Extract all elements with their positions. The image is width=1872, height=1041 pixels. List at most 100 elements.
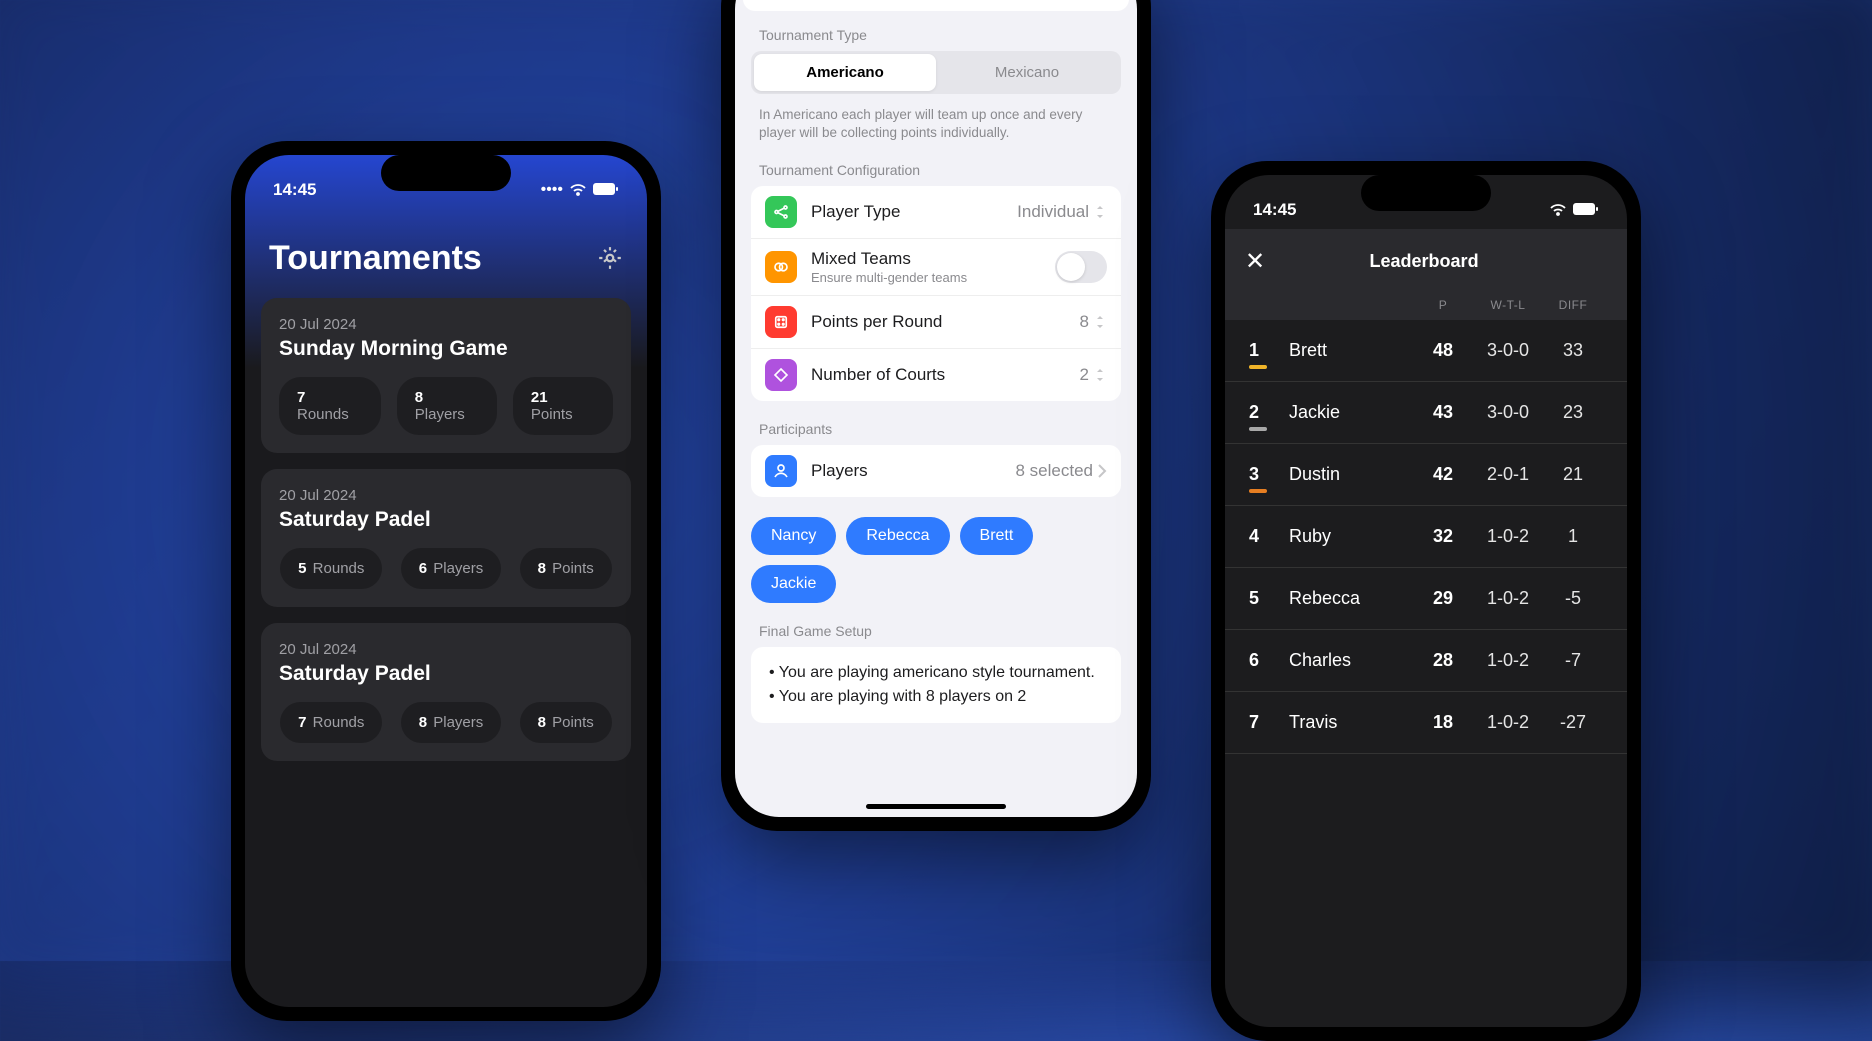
points: 18 bbox=[1413, 712, 1473, 733]
player-name: Charles bbox=[1281, 650, 1413, 671]
person-icon bbox=[765, 455, 797, 487]
tournament-stats: 7 Rounds 8 Players 21 Points bbox=[279, 377, 613, 435]
home-indicator[interactable] bbox=[866, 804, 1006, 809]
wtl: 1-0-2 bbox=[1473, 650, 1543, 671]
rank: 1 bbox=[1249, 340, 1281, 361]
player-chip[interactable]: Nancy bbox=[751, 517, 836, 555]
rank: 2 bbox=[1249, 402, 1281, 423]
row-title: Mixed Teams bbox=[811, 249, 1041, 269]
rank: 4 bbox=[1249, 526, 1281, 547]
row-title: Number of Courts bbox=[811, 365, 1066, 385]
gear-icon[interactable] bbox=[597, 245, 623, 271]
wtl: 1-0-2 bbox=[1473, 588, 1543, 609]
player-chip[interactable]: Jackie bbox=[751, 565, 836, 603]
player-chip[interactable]: Brett bbox=[960, 517, 1034, 555]
diff: -27 bbox=[1543, 712, 1603, 733]
diff: 1 bbox=[1543, 526, 1603, 547]
row-title: Points per Round bbox=[811, 312, 1066, 332]
seg-mexicano[interactable]: Mexicano bbox=[936, 54, 1118, 91]
leaderboard-row[interactable]: 5 Rebecca 29 1-0-2 -5 bbox=[1225, 568, 1627, 630]
rank: 3 bbox=[1249, 464, 1281, 485]
points: 43 bbox=[1413, 402, 1473, 423]
battery-icon bbox=[593, 183, 619, 196]
tournament-card[interactable]: 20 Jul 2024 Sunday Morning Game 7 Rounds… bbox=[261, 298, 631, 453]
share-icon bbox=[765, 196, 797, 228]
chevron-updown-icon bbox=[1093, 313, 1107, 331]
final-setup-card: • You are playing americano style tourna… bbox=[751, 647, 1121, 723]
rank: 5 bbox=[1249, 588, 1281, 609]
wtl: 2-0-1 bbox=[1473, 464, 1543, 485]
tournament-name: Sunday Morning Game bbox=[279, 337, 613, 361]
diamond-icon bbox=[765, 359, 797, 391]
link-icon bbox=[765, 251, 797, 283]
row-player-type[interactable]: Player Type Individual bbox=[751, 186, 1121, 239]
diff: -7 bbox=[1543, 650, 1603, 671]
row-value: 8 bbox=[1080, 312, 1089, 332]
toggle-mixed-teams[interactable] bbox=[1055, 251, 1107, 283]
battery-icon bbox=[1573, 203, 1599, 216]
col-diff: DIFF bbox=[1543, 298, 1603, 312]
player-chip[interactable]: Rebecca bbox=[846, 517, 949, 555]
help-text: In Americano each player will team up on… bbox=[735, 106, 1137, 162]
tournament-card[interactable]: 20 Jul 2024 Saturday Padel 7 Rounds 8 Pl… bbox=[261, 623, 631, 761]
wtl: 3-0-0 bbox=[1473, 402, 1543, 423]
leaderboard-row[interactable]: 2 Jackie 43 3-0-0 23 bbox=[1225, 382, 1627, 444]
seg-americano[interactable]: Americano bbox=[754, 54, 936, 91]
tournament-name: Saturday Padel bbox=[279, 662, 613, 686]
player-name: Ruby bbox=[1281, 526, 1413, 547]
tournament-card[interactable]: 20 Jul 2024 Saturday Padel 5 Rounds 6 Pl… bbox=[261, 469, 631, 607]
chevron-right-icon bbox=[1097, 463, 1107, 479]
tournament-date: 20 Jul 2024 bbox=[279, 316, 613, 333]
diff: 33 bbox=[1543, 340, 1603, 361]
row-value: Individual bbox=[1017, 202, 1089, 222]
chevron-updown-icon bbox=[1093, 203, 1107, 221]
row-value: 2 bbox=[1080, 365, 1089, 385]
status-icons bbox=[1549, 203, 1599, 217]
section-label-participants: Participants bbox=[735, 421, 1137, 445]
player-chips: Nancy Rebecca Brett Jackie bbox=[735, 517, 1137, 623]
wtl: 1-0-2 bbox=[1473, 526, 1543, 547]
final-setup-line: • You are playing americano style tourna… bbox=[769, 661, 1103, 685]
row-title: Players bbox=[811, 461, 1002, 481]
col-wtl: W-T-L bbox=[1473, 298, 1543, 312]
row-points-per-round[interactable]: Points per Round 8 bbox=[751, 296, 1121, 349]
stat-players: 8 Players bbox=[401, 702, 502, 743]
wtl: 3-0-0 bbox=[1473, 340, 1543, 361]
rank: 7 bbox=[1249, 712, 1281, 733]
leaderboard-header: ✕ Leaderboard bbox=[1225, 229, 1627, 290]
stat-players: 6 Players bbox=[401, 548, 502, 589]
phone-tournaments: 14:45 •••• Tournaments 20 Jul 2024 Sunda… bbox=[231, 141, 661, 1021]
leaderboard-title: Leaderboard bbox=[1265, 251, 1583, 272]
row-number-of-courts[interactable]: Number of Courts 2 bbox=[751, 349, 1121, 401]
row-subtitle: Ensure multi-gender teams bbox=[811, 270, 1041, 285]
leaderboard-row[interactable]: 4 Ruby 32 1-0-2 1 bbox=[1225, 506, 1627, 568]
row-title: Player Type bbox=[811, 202, 1003, 222]
row-mixed-teams[interactable]: Mixed TeamsEnsure multi-gender teams bbox=[751, 239, 1121, 296]
stat-points: 8 Points bbox=[520, 548, 612, 589]
col-p: P bbox=[1413, 298, 1473, 312]
tournament-date: 20 Jul 2024 bbox=[279, 487, 613, 504]
tournament-date: 20 Jul 2024 bbox=[279, 641, 613, 658]
section-label-type: Tournament Type bbox=[735, 27, 1137, 51]
top-card bbox=[743, 0, 1129, 11]
leaderboard-row[interactable]: 1 Brett 48 3-0-0 33 bbox=[1225, 320, 1627, 382]
page-title: Tournaments bbox=[269, 239, 482, 278]
dice-icon bbox=[765, 306, 797, 338]
points: 42 bbox=[1413, 464, 1473, 485]
phone-leaderboard: 14:45 ✕ Leaderboard P W-T-L DIFF 1 Brett… bbox=[1211, 161, 1641, 1041]
players-list: Players 8 selected bbox=[751, 445, 1121, 497]
player-name: Brett bbox=[1281, 340, 1413, 361]
leaderboard-row[interactable]: 3 Dustin 42 2-0-1 21 bbox=[1225, 444, 1627, 506]
points: 28 bbox=[1413, 650, 1473, 671]
section-label-config: Tournament Configuration bbox=[735, 162, 1137, 186]
diff: -5 bbox=[1543, 588, 1603, 609]
stat-points: 8 Points bbox=[520, 702, 612, 743]
segmented-tournament-type[interactable]: Americano Mexicano bbox=[751, 51, 1121, 94]
row-players[interactable]: Players 8 selected bbox=[751, 445, 1121, 497]
close-icon[interactable]: ✕ bbox=[1245, 247, 1265, 276]
stat-players: 8 Players bbox=[397, 377, 497, 435]
leaderboard-row[interactable]: 7 Travis 18 1-0-2 -27 bbox=[1225, 692, 1627, 754]
status-icons: •••• bbox=[541, 181, 619, 199]
wifi-icon bbox=[569, 183, 587, 197]
leaderboard-row[interactable]: 6 Charles 28 1-0-2 -7 bbox=[1225, 630, 1627, 692]
